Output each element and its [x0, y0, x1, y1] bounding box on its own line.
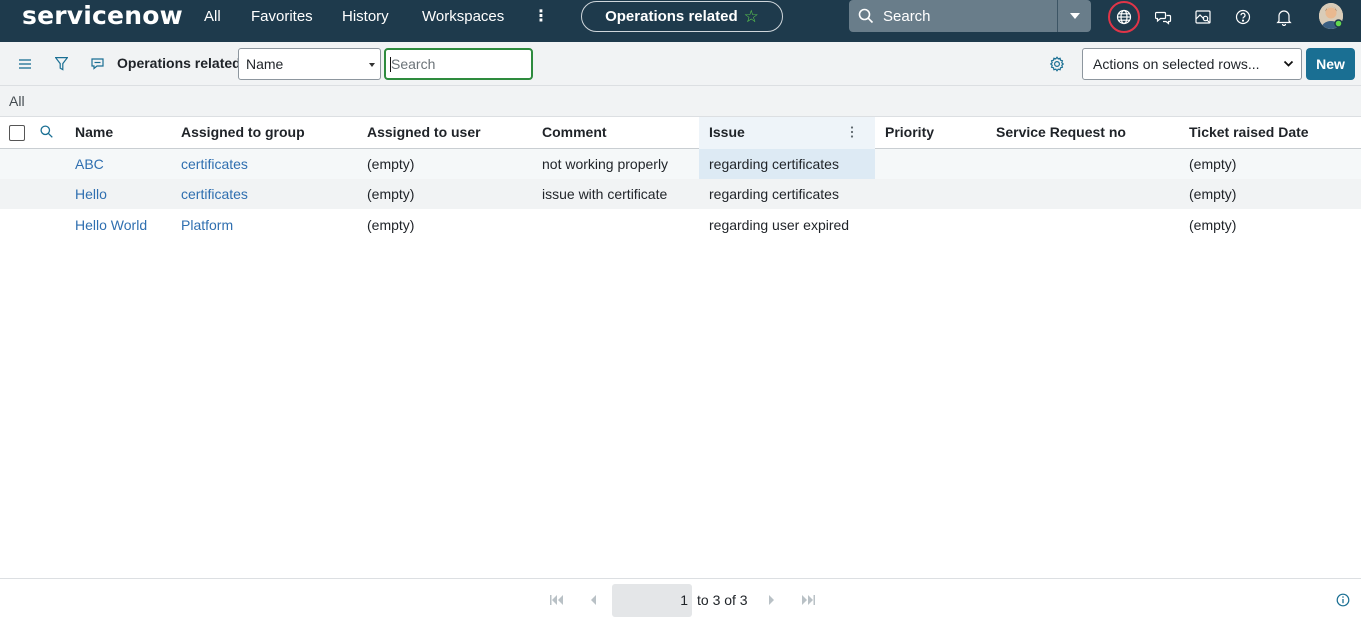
caret-down-icon [1069, 13, 1080, 19]
column-header-name[interactable]: Name [75, 124, 113, 140]
column-header-assigned-group[interactable]: Assigned to group [181, 124, 305, 140]
column-header-priority[interactable]: Priority [885, 124, 934, 140]
cell-issue: regarding user expired [709, 217, 850, 233]
chevron-down-icon [1283, 60, 1294, 67]
list-search-input[interactable]: Search [384, 48, 533, 80]
column-header-service-request-no[interactable]: Service Request no [996, 124, 1126, 140]
page-number-input[interactable]: 1 [612, 584, 692, 617]
bell-icon[interactable] [1271, 4, 1297, 30]
globe-icon[interactable] [1111, 4, 1137, 30]
cell-comment: not working properly [542, 156, 669, 172]
star-icon[interactable]: ☆ [744, 7, 759, 27]
select-all-checkbox[interactable] [9, 125, 25, 141]
nav-workspaces[interactable]: Workspaces [422, 8, 504, 25]
list-toolbar: Operations related Name Search Actions o… [0, 42, 1361, 86]
page-range-text: to 3 of 3 [697, 592, 748, 608]
list-search-placeholder: Search [391, 56, 436, 72]
servicenow-logo[interactable]: servicenow [22, 1, 183, 30]
cell-name-link[interactable]: ABC [75, 156, 104, 172]
cell-group-link[interactable]: certificates [181, 156, 248, 172]
comment-icon[interactable] [87, 54, 107, 74]
cell-issue: regarding certificates [709, 186, 839, 202]
search-icon [858, 8, 874, 24]
breadcrumb-all[interactable]: All [9, 93, 25, 109]
actions-select-value: Actions on selected rows... [1093, 56, 1260, 72]
cell-name-link[interactable]: Hello [75, 186, 107, 202]
cell-issue: regarding certificates [709, 156, 839, 172]
context-pill-button[interactable]: Operations related ☆ [581, 1, 783, 32]
global-search-input[interactable]: Search [849, 0, 1057, 32]
nav-all[interactable]: All [204, 8, 221, 25]
column-header-comment[interactable]: Comment [542, 124, 607, 140]
first-page-icon[interactable] [549, 593, 565, 607]
cell-name-link[interactable]: Hello World [75, 217, 147, 233]
nav-history[interactable]: History [342, 8, 389, 25]
list-title: Operations related [117, 55, 241, 71]
column-header-issue[interactable]: Issue [709, 124, 745, 140]
column-options-icon[interactable] [850, 126, 854, 138]
search-scope-dropdown[interactable] [1057, 0, 1091, 32]
context-pill-label: Operations related [605, 8, 738, 25]
cell-ticket-date: (empty) [1189, 156, 1237, 172]
cell-group-link[interactable]: Platform [181, 217, 233, 233]
online-status-icon [1334, 19, 1343, 28]
filter-icon[interactable] [51, 54, 71, 74]
global-search-placeholder: Search [883, 7, 931, 25]
chat-icon[interactable] [1150, 4, 1176, 30]
previous-page-icon[interactable] [585, 593, 601, 607]
column-header-ticket-raised-date[interactable]: Ticket raised Date [1189, 124, 1309, 140]
new-button[interactable]: New [1306, 48, 1355, 80]
cell-comment: issue with certificate [542, 186, 668, 202]
cell-user: (empty) [367, 156, 415, 172]
help-icon[interactable] [1230, 4, 1256, 30]
next-page-icon[interactable] [764, 593, 780, 607]
gear-icon[interactable] [1047, 54, 1067, 74]
picture-search-icon[interactable] [1190, 4, 1216, 30]
search-field-select[interactable]: Name [238, 48, 381, 80]
hamburger-menu-icon[interactable] [15, 54, 35, 74]
cell-user: (empty) [367, 186, 415, 202]
caret-down-icon [369, 63, 375, 67]
top-navigation-bar: servicenow All Favorites History Workspa… [0, 0, 1361, 42]
cell-ticket-date: (empty) [1189, 217, 1237, 233]
last-page-icon[interactable] [800, 593, 816, 607]
actions-on-selected-rows-select[interactable]: Actions on selected rows... [1082, 48, 1302, 80]
cell-group-link[interactable]: certificates [181, 186, 248, 202]
more-menu-icon[interactable]: ⋮ [533, 7, 549, 27]
breadcrumb: All [0, 86, 1361, 117]
cell-user: (empty) [367, 217, 415, 233]
search-field-value: Name [246, 56, 284, 72]
column-search-icon[interactable] [40, 125, 53, 138]
info-icon[interactable] [1336, 593, 1350, 607]
nav-favorites[interactable]: Favorites [251, 8, 313, 25]
column-header-assigned-user[interactable]: Assigned to user [367, 124, 481, 140]
cell-ticket-date: (empty) [1189, 186, 1237, 202]
